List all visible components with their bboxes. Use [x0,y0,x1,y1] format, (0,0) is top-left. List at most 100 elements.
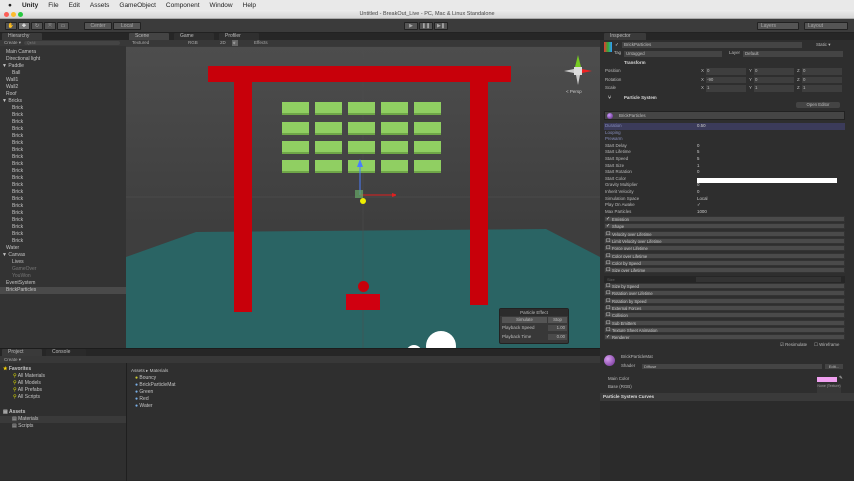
shader-edit-button[interactable]: Edit... [825,364,843,369]
brick[interactable] [282,160,309,173]
transform-y-field[interactable]: 0 [754,76,794,83]
rotate-tool-icon[interactable]: ↻ [31,22,43,30]
2d-toggle[interactable]: 2D [220,40,226,46]
hierarchy-search-input[interactable]: Q▾All [24,41,120,45]
assets-folder[interactable]: ▤ Assets [3,409,25,416]
apple-icon[interactable]: ● [8,2,12,9]
module-emission[interactable]: ✓ Emission [604,216,845,222]
lighting-toggle[interactable]: ☼ [232,40,238,46]
scale-tool-icon[interactable]: ⤧ [44,22,56,30]
tab-game[interactable]: Game [174,33,214,40]
hierarchy-item[interactable]: Brick [12,126,23,133]
brick[interactable] [414,102,441,115]
effects-dropdown[interactable]: Effects [254,40,268,46]
brick[interactable] [381,102,408,115]
menu-help[interactable]: Help [243,2,256,9]
particle-module-header[interactable]: BrickParticles [604,111,845,120]
favorite-item[interactable]: ⚲ All Prefabs [13,387,42,394]
hierarchy-item[interactable]: Brick [12,238,23,245]
tab-inspector[interactable]: Inspector [604,33,646,40]
wall-left[interactable] [234,78,252,312]
folder-scripts[interactable]: ▤ Scripts [12,423,33,430]
create-dropdown[interactable]: Create ▾ [4,40,21,45]
ball[interactable] [358,281,369,292]
module-checkbox[interactable]: ☐ [606,291,610,296]
hand-tool-icon[interactable]: ✋ [5,22,17,30]
hierarchy-item[interactable]: Wall2 [6,84,18,91]
hierarchy-item[interactable]: Directional light [6,56,40,63]
asset-item[interactable]: ● Water [135,403,153,410]
asset-item[interactable]: ● BrickParticleMat [135,382,176,389]
layout-dropdown[interactable]: Layout [804,22,848,30]
favorite-item[interactable]: ⚲ All Scripts [13,394,40,401]
transform-z-field[interactable]: 0 [802,68,842,75]
prop-value[interactable]: 1000 [697,209,707,216]
prop-value[interactable]: 0 [697,189,699,196]
transform-y-field[interactable]: 0 [754,68,794,75]
module-rotation-over-lifetime[interactable]: ☐ Rotation over Lifetime [604,290,845,297]
layers-dropdown[interactable]: Layers [757,22,799,30]
hierarchy-item[interactable]: Brick [12,182,23,189]
module-sub-emitters[interactable]: ☐ Sub Emitters [604,319,845,326]
layer-dropdown[interactable]: Default [743,51,843,57]
hierarchy-item[interactable]: Brick [12,203,23,210]
favorite-item[interactable]: ⚲ All Models [13,380,41,387]
brick[interactable] [282,122,309,135]
project-create-dropdown[interactable]: Create ▾ [4,357,21,362]
hierarchy-item[interactable]: Wall1 [6,77,18,84]
hierarchy-item[interactable]: Brick [12,224,23,231]
resimulate-checkbox[interactable]: ☑ Resimulate [780,342,807,349]
hierarchy-item[interactable]: Brick [12,168,23,175]
brick[interactable] [381,141,408,154]
hierarchy-item[interactable]: Main Camera [6,49,36,56]
menu-component[interactable]: Component [166,2,200,9]
transform-z-field[interactable]: 0 [802,76,842,83]
playback-time-field[interactable]: 0.00 [548,334,567,340]
favorite-item[interactable]: ⚲ All Materials [13,373,45,380]
asset-item[interactable]: ● Green [135,389,153,396]
move-tool-icon[interactable]: ✥ [18,22,30,30]
hierarchy-item[interactable]: Brick [12,231,23,238]
asset-item[interactable]: ● Bouncy [135,375,156,382]
module-rotation-by-speed[interactable]: ☐ Rotation by Speed [604,297,845,304]
scene-view[interactable]: < Persp Particle Effect Simulate Stop Pl… [126,47,600,348]
prop-value[interactable]: 0 [697,169,699,176]
hierarchy-item[interactable]: EventSystem [6,280,35,287]
module-checkbox[interactable]: ☐ [606,284,610,289]
prop-value[interactable]: 5 [697,149,699,156]
hierarchy-item[interactable]: Brick [12,210,23,217]
orientation-gizmo-icon[interactable] [558,53,598,93]
tab-hierarchy[interactable]: Hierarchy [2,33,42,40]
prop-value[interactable]: Local [697,196,708,203]
paddle[interactable] [346,294,380,310]
brick[interactable] [282,141,309,154]
open-editor-button[interactable]: Open Editor [796,102,840,108]
size-curve-row[interactable]: Size [604,276,845,283]
module-color-by-speed[interactable]: ☐ Color by Speed [604,259,845,266]
menu-edit[interactable]: Edit [69,2,80,9]
simulate-button[interactable]: Simulate [502,317,547,323]
module-checkbox[interactable]: ☐ [606,238,610,244]
transform-x-field[interactable]: 1 [706,85,746,92]
transform-y-field[interactable]: 1 [754,85,794,92]
static-toggle[interactable]: Static ▾ [816,42,830,49]
space-toggle[interactable]: Local [113,22,141,30]
hierarchy-item[interactable]: Water [6,245,19,252]
hierarchy-item[interactable]: BrickParticles [0,287,126,294]
transform-header[interactable]: Transform [624,60,645,67]
transform-x-field[interactable]: 0 [706,68,746,75]
prop-value[interactable]: 0 [697,182,699,189]
eyedropper-icon[interactable]: ✎ [839,375,843,382]
module-checkbox[interactable]: ☐ [606,313,610,318]
module-force-over-lifetime[interactable]: ☐ Force over Lifetime [604,245,845,252]
hierarchy-item[interactable]: Roof [6,91,17,98]
brick[interactable] [414,141,441,154]
shader-dropdown[interactable]: Diffuse [642,364,822,369]
close-button[interactable] [4,12,9,17]
name-field[interactable]: BrickParticles [622,42,802,48]
module-size-over-lifetime[interactable]: ☐ Size over Lifetime [604,267,845,274]
module-checkbox[interactable]: ☐ [606,268,610,273]
module-collision[interactable]: ☐ Collision [604,312,845,319]
hierarchy-item[interactable]: Brick [12,189,23,196]
assets-breadcrumb[interactable]: Assets ▸ Materials [131,367,168,374]
